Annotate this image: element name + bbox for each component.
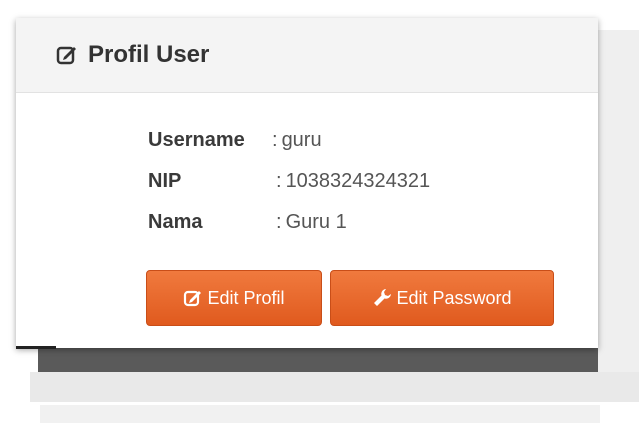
wrench-icon	[372, 288, 392, 308]
nama-label: Nama	[148, 211, 203, 233]
backdrop-right	[598, 30, 639, 375]
profile-info: Username : guru NIP : 1038324324321 Nama…	[148, 120, 430, 243]
backdrop-bottom	[30, 372, 639, 402]
username-value: guru	[281, 129, 322, 151]
backdrop-bottom-lower	[40, 405, 600, 423]
profile-card: Profil User Username : guru NIP : 103832…	[16, 18, 598, 348]
username-label: Username	[148, 129, 245, 151]
nip-row: NIP : 1038324324321	[148, 161, 430, 202]
nama-row: Nama : Guru 1	[148, 202, 430, 243]
edit-icon	[56, 44, 78, 66]
page-title: Profil User	[88, 41, 210, 68]
nama-value: Guru 1	[285, 211, 347, 233]
edit-profil-button[interactable]: Edit Profil	[146, 270, 322, 326]
divider	[16, 346, 56, 349]
edit-password-label: Edit Password	[396, 287, 512, 308]
nip-value: 1038324324321	[285, 170, 431, 192]
edit-password-button[interactable]: Edit Password	[330, 270, 554, 326]
edit-profil-label: Edit Profil	[207, 287, 285, 308]
nip-separator: :	[276, 170, 282, 192]
edit-icon	[183, 288, 203, 308]
nama-separator: :	[276, 211, 282, 233]
username-separator: :	[272, 129, 278, 151]
username-row: Username : guru	[148, 120, 430, 161]
action-buttons: Edit Profil Edit Password	[146, 270, 554, 326]
nip-label: NIP	[148, 170, 182, 192]
card-header: Profil User	[16, 18, 598, 93]
